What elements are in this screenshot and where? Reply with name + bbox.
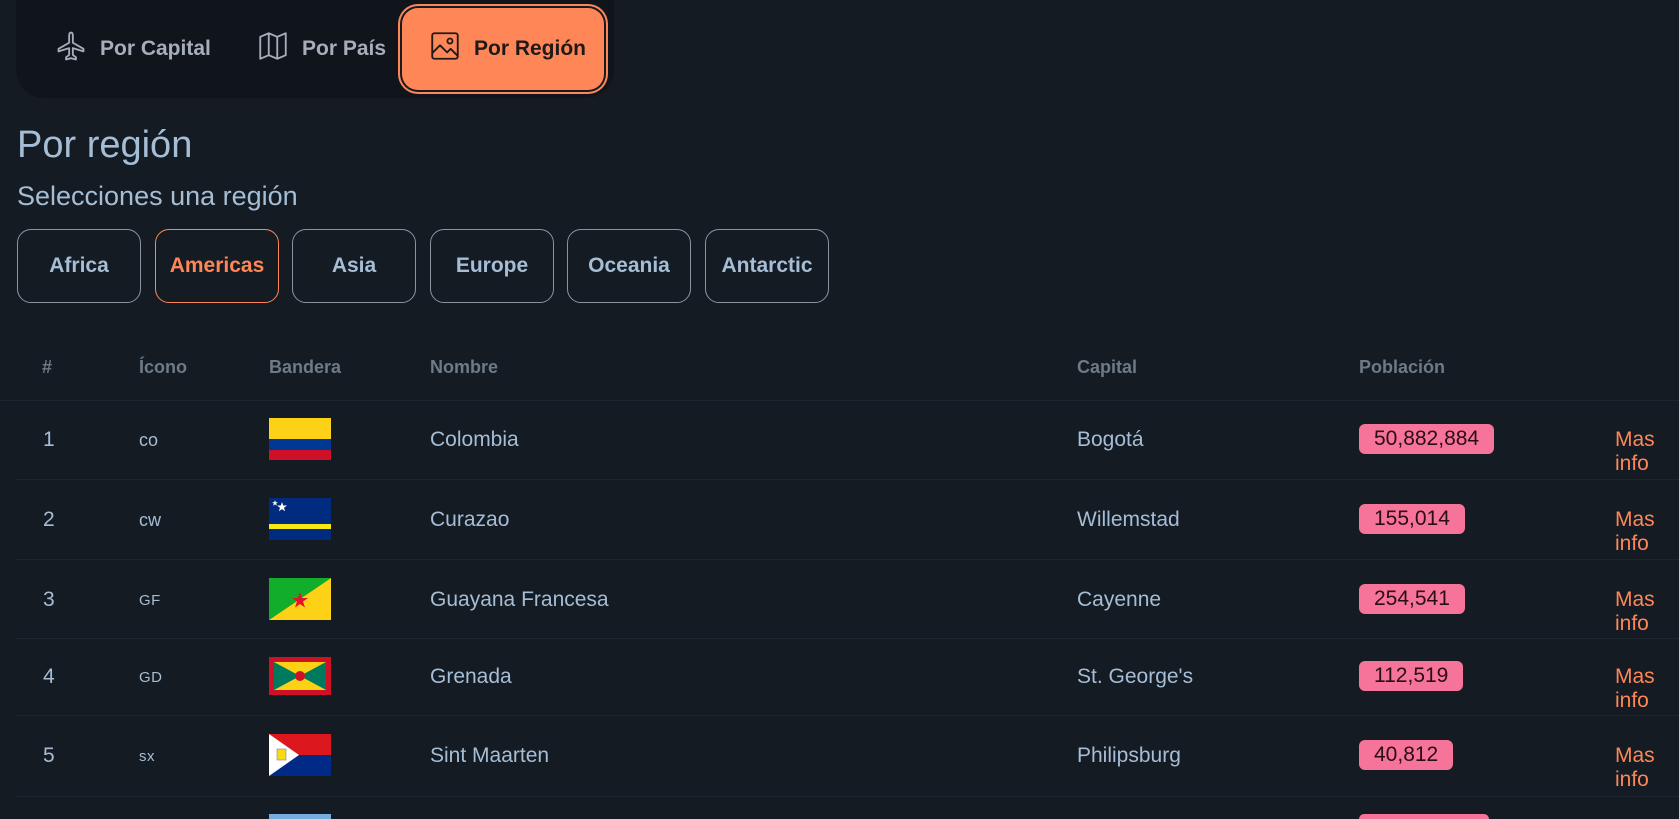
country-code: cw (139, 510, 161, 530)
region-button-asia[interactable]: Asia (292, 229, 416, 303)
more-info-link[interactable]: Mas info (1615, 508, 1679, 556)
country-capital: Willemstad (1077, 508, 1180, 531)
country-code: sx (139, 748, 155, 765)
country-name: Curazao (430, 508, 510, 531)
nav-label: Por Región (474, 37, 587, 60)
country-capital: Bogotá (1077, 428, 1144, 451)
table-header: # Ícono Bandera Nombre Capital Población (0, 355, 1679, 401)
more-info-link[interactable]: Mas info (1615, 428, 1679, 476)
country-capital: St. George's (1077, 665, 1194, 688)
nav-por-pais[interactable]: Por País (256, 8, 386, 90)
nav-por-capital[interactable]: Por Capital (54, 8, 211, 90)
map-icon (256, 29, 302, 69)
row-number: 4 (43, 665, 55, 688)
airplane-icon (54, 29, 100, 69)
population-badge: 50,882,884 (1359, 424, 1495, 454)
country-name: Grenada (430, 665, 512, 688)
country-name: Sint Maarten (430, 744, 550, 767)
population-badge: 155,014 (1359, 504, 1465, 534)
country-name: Colombia (430, 428, 519, 451)
table-row: 5 sx Sint Maarten Philipsburg 40,812 Mas… (16, 716, 1679, 797)
colombia-flag (269, 418, 331, 460)
region-button-americas[interactable]: Americas (155, 229, 279, 303)
nav-label: Por País (302, 37, 387, 60)
header-flag: Bandera (269, 357, 342, 377)
region-button-antarctic[interactable]: Antarctic (705, 229, 829, 303)
table-row: 1 co Colombia Bogotá 50,882,884 Mas info (16, 401, 1679, 480)
population-badge: 254,541 (1359, 584, 1465, 614)
header-icon: Ícono (139, 357, 187, 377)
header-population: Población (1359, 357, 1446, 377)
row-number: 3 (43, 588, 55, 611)
country-capital: Philipsburg (1077, 744, 1181, 767)
country-code: GF (139, 592, 161, 609)
table-row: 4 GD Grenada St. George's 112,519 Mas in… (16, 639, 1679, 716)
region-button-africa[interactable]: Africa (17, 229, 141, 303)
sint-maarten-flag (269, 734, 331, 776)
population-badge: 112,519 (1359, 661, 1464, 691)
row-number: 5 (43, 744, 55, 767)
nav-label: Por Capital (100, 37, 211, 60)
more-info-link[interactable]: Mas info (1615, 588, 1679, 636)
region-button-oceania[interactable]: Oceania (567, 229, 691, 303)
view-nav: Por Capital Por País Por Región (16, 0, 614, 98)
next-row-badge (1359, 814, 1489, 819)
page-title: Por región (17, 124, 193, 166)
more-info-link[interactable]: Mas info (1615, 744, 1679, 792)
row-number: 1 (43, 428, 55, 451)
image-icon (428, 29, 474, 69)
grenada-flag (269, 657, 331, 695)
page-subtitle: Selecciones una región (17, 181, 298, 211)
next-row-flag (269, 814, 331, 819)
region-button-europe[interactable]: Europe (430, 229, 554, 303)
nav-por-region[interactable]: Por Región (402, 8, 604, 90)
table-row: 2 cw Curazao Willemstad 155,014 Mas info (16, 480, 1679, 560)
population-badge: 40,812 (1359, 740, 1454, 770)
header-capital: Capital (1077, 357, 1138, 377)
more-info-link[interactable]: Mas info (1615, 665, 1679, 713)
table-row: 3 GF Guayana Francesa Cayenne 254,541 Ma… (16, 560, 1679, 639)
country-code: GD (139, 669, 163, 686)
country-capital: Cayenne (1077, 588, 1162, 611)
curacao-flag (269, 498, 331, 540)
header-num: # (42, 357, 53, 377)
country-name: Guayana Francesa (430, 588, 609, 611)
row-number: 2 (43, 508, 55, 531)
header-name: Nombre (430, 357, 499, 377)
french-guiana-flag (269, 578, 331, 620)
country-code: co (139, 430, 159, 450)
